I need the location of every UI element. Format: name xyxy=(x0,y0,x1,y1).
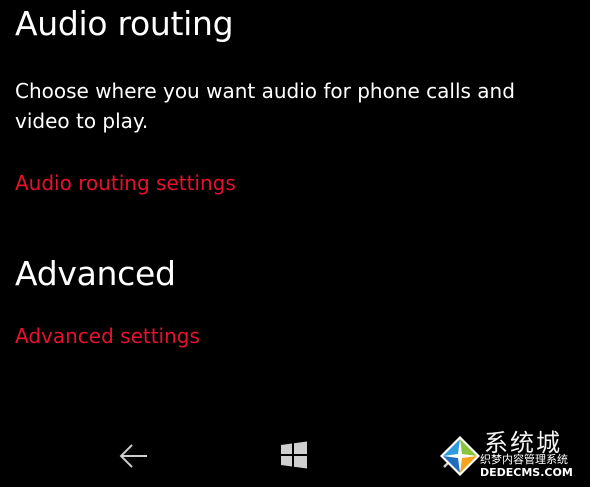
audio-routing-description: Choose where you want audio for phone ca… xyxy=(15,79,515,133)
back-arrow-icon xyxy=(119,444,147,468)
windows-logo-icon xyxy=(281,441,307,469)
advanced-heading: Advanced xyxy=(15,254,176,293)
audio-routing-heading: Audio routing xyxy=(15,4,234,43)
back-button[interactable] xyxy=(93,425,173,487)
watermark-subtitle: 织梦内容管理系统 xyxy=(480,453,568,466)
diamond-logo-icon xyxy=(440,436,480,476)
watermark-url: DEDECMS.COM xyxy=(480,466,573,479)
watermark: 系统城 织梦内容管理系统 DEDECMS.COM xyxy=(436,430,586,485)
start-button[interactable] xyxy=(255,425,335,487)
audio-routing-settings-link[interactable]: Audio routing settings xyxy=(15,169,236,197)
advanced-settings-link[interactable]: Advanced settings xyxy=(15,322,200,350)
